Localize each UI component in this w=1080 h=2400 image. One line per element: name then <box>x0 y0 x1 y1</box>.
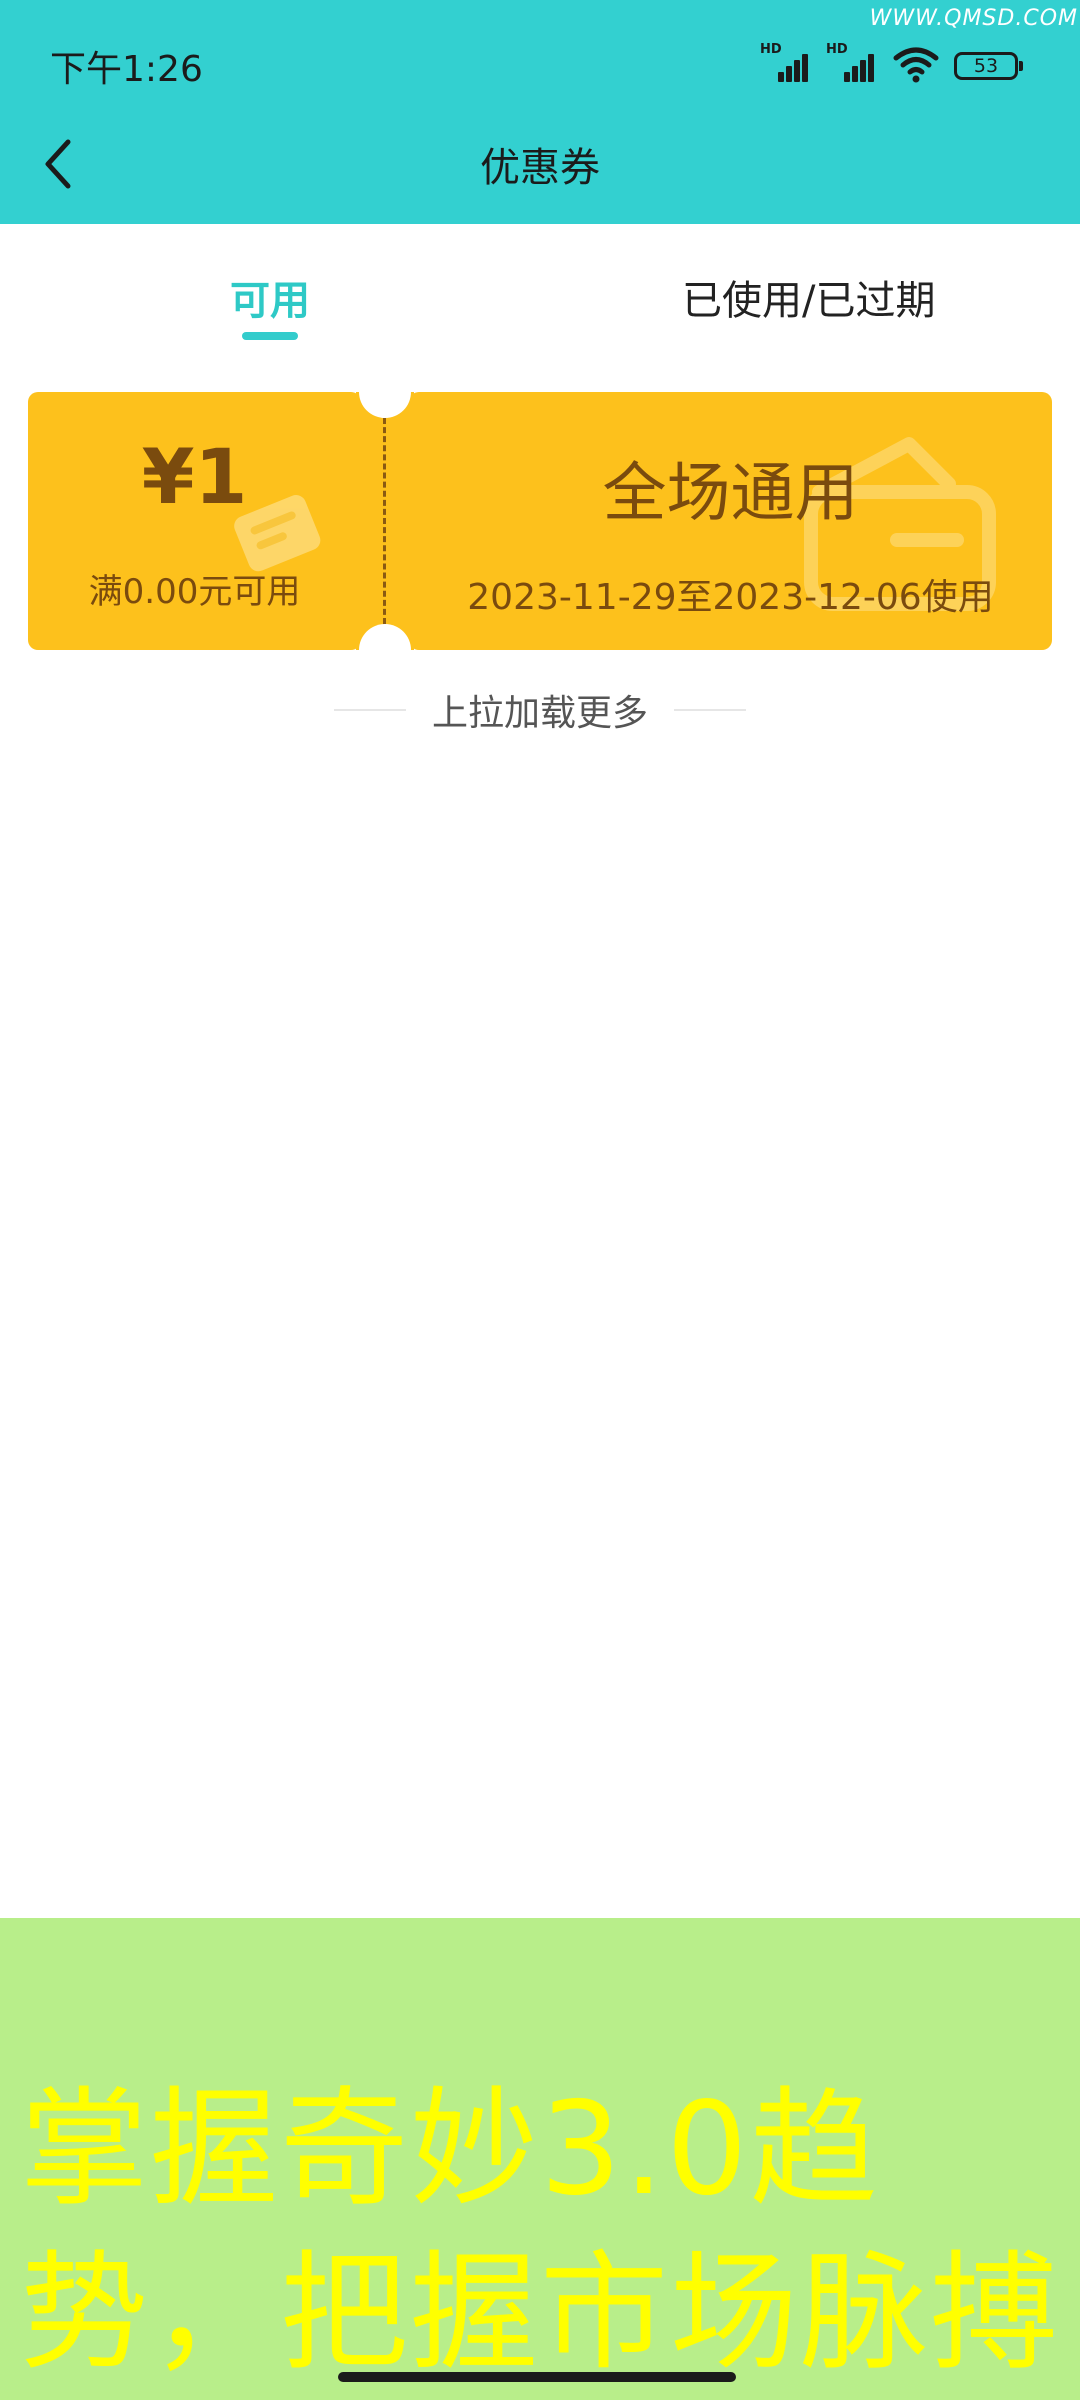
ad-text-line-1: 掌握奇妙3.0趋 <box>20 2075 880 2224</box>
header-bar: WWW.QMSD.COM 下午1:26 HD HD 53 优惠券 <box>0 0 1080 224</box>
watermark: WWW.QMSD.COM <box>869 6 1078 31</box>
coupon-threshold: 满0.00元可用 <box>88 572 301 612</box>
battery-icon: 53 <box>954 52 1023 80</box>
status-time: 下午1:26 <box>50 49 203 90</box>
divider-line <box>333 709 406 711</box>
divider-line <box>674 709 746 711</box>
ad-banner[interactable]: 掌握奇妙3.0趋 势，把握市场脉搏 <box>0 1918 1080 2400</box>
tab-used-expired[interactable]: 已使用/已过期 <box>682 268 935 326</box>
coupon-name: 全场通用 <box>602 457 859 531</box>
coupon-amount-section: ¥1 满0.00元可用 <box>28 392 361 650</box>
coupon-notch-top <box>359 366 411 418</box>
page-title: 优惠券 <box>480 145 600 191</box>
signal-hd-label: HD <box>760 42 782 57</box>
load-more-text: 上拉加载更多 <box>431 693 648 734</box>
tab-available[interactable]: 可用 <box>230 268 310 326</box>
signal-hd-icon: HD <box>760 42 812 84</box>
battery-level: 53 <box>973 55 999 77</box>
coupon-amount: ¥1 <box>141 432 248 521</box>
wifi-icon <box>893 47 939 83</box>
coupon-notch-bottom <box>359 624 411 676</box>
load-more-hint: 上拉加载更多 <box>0 684 1080 736</box>
tab-active-indicator <box>242 332 298 340</box>
coupon-info-section: 全场通用 2023-11-29至2023-12-06使用 <box>409 392 1052 650</box>
signal-hd-label: HD <box>826 42 848 57</box>
coupon-dashed-divider <box>383 418 386 624</box>
coupon-card[interactable]: ¥1 满0.00元可用 全场通用 2023-11-29至2023-12-06使用 <box>28 366 1052 676</box>
status-icons: HD HD 53 <box>760 42 1023 84</box>
ad-text: 掌握奇妙3.0趋 势，把握市场脉搏 <box>20 2068 1080 2396</box>
signal-hd-icon: HD <box>826 42 878 84</box>
home-indicator[interactable] <box>338 2372 736 2382</box>
coupon-validity: 2023-11-29至2023-12-06使用 <box>467 577 994 618</box>
